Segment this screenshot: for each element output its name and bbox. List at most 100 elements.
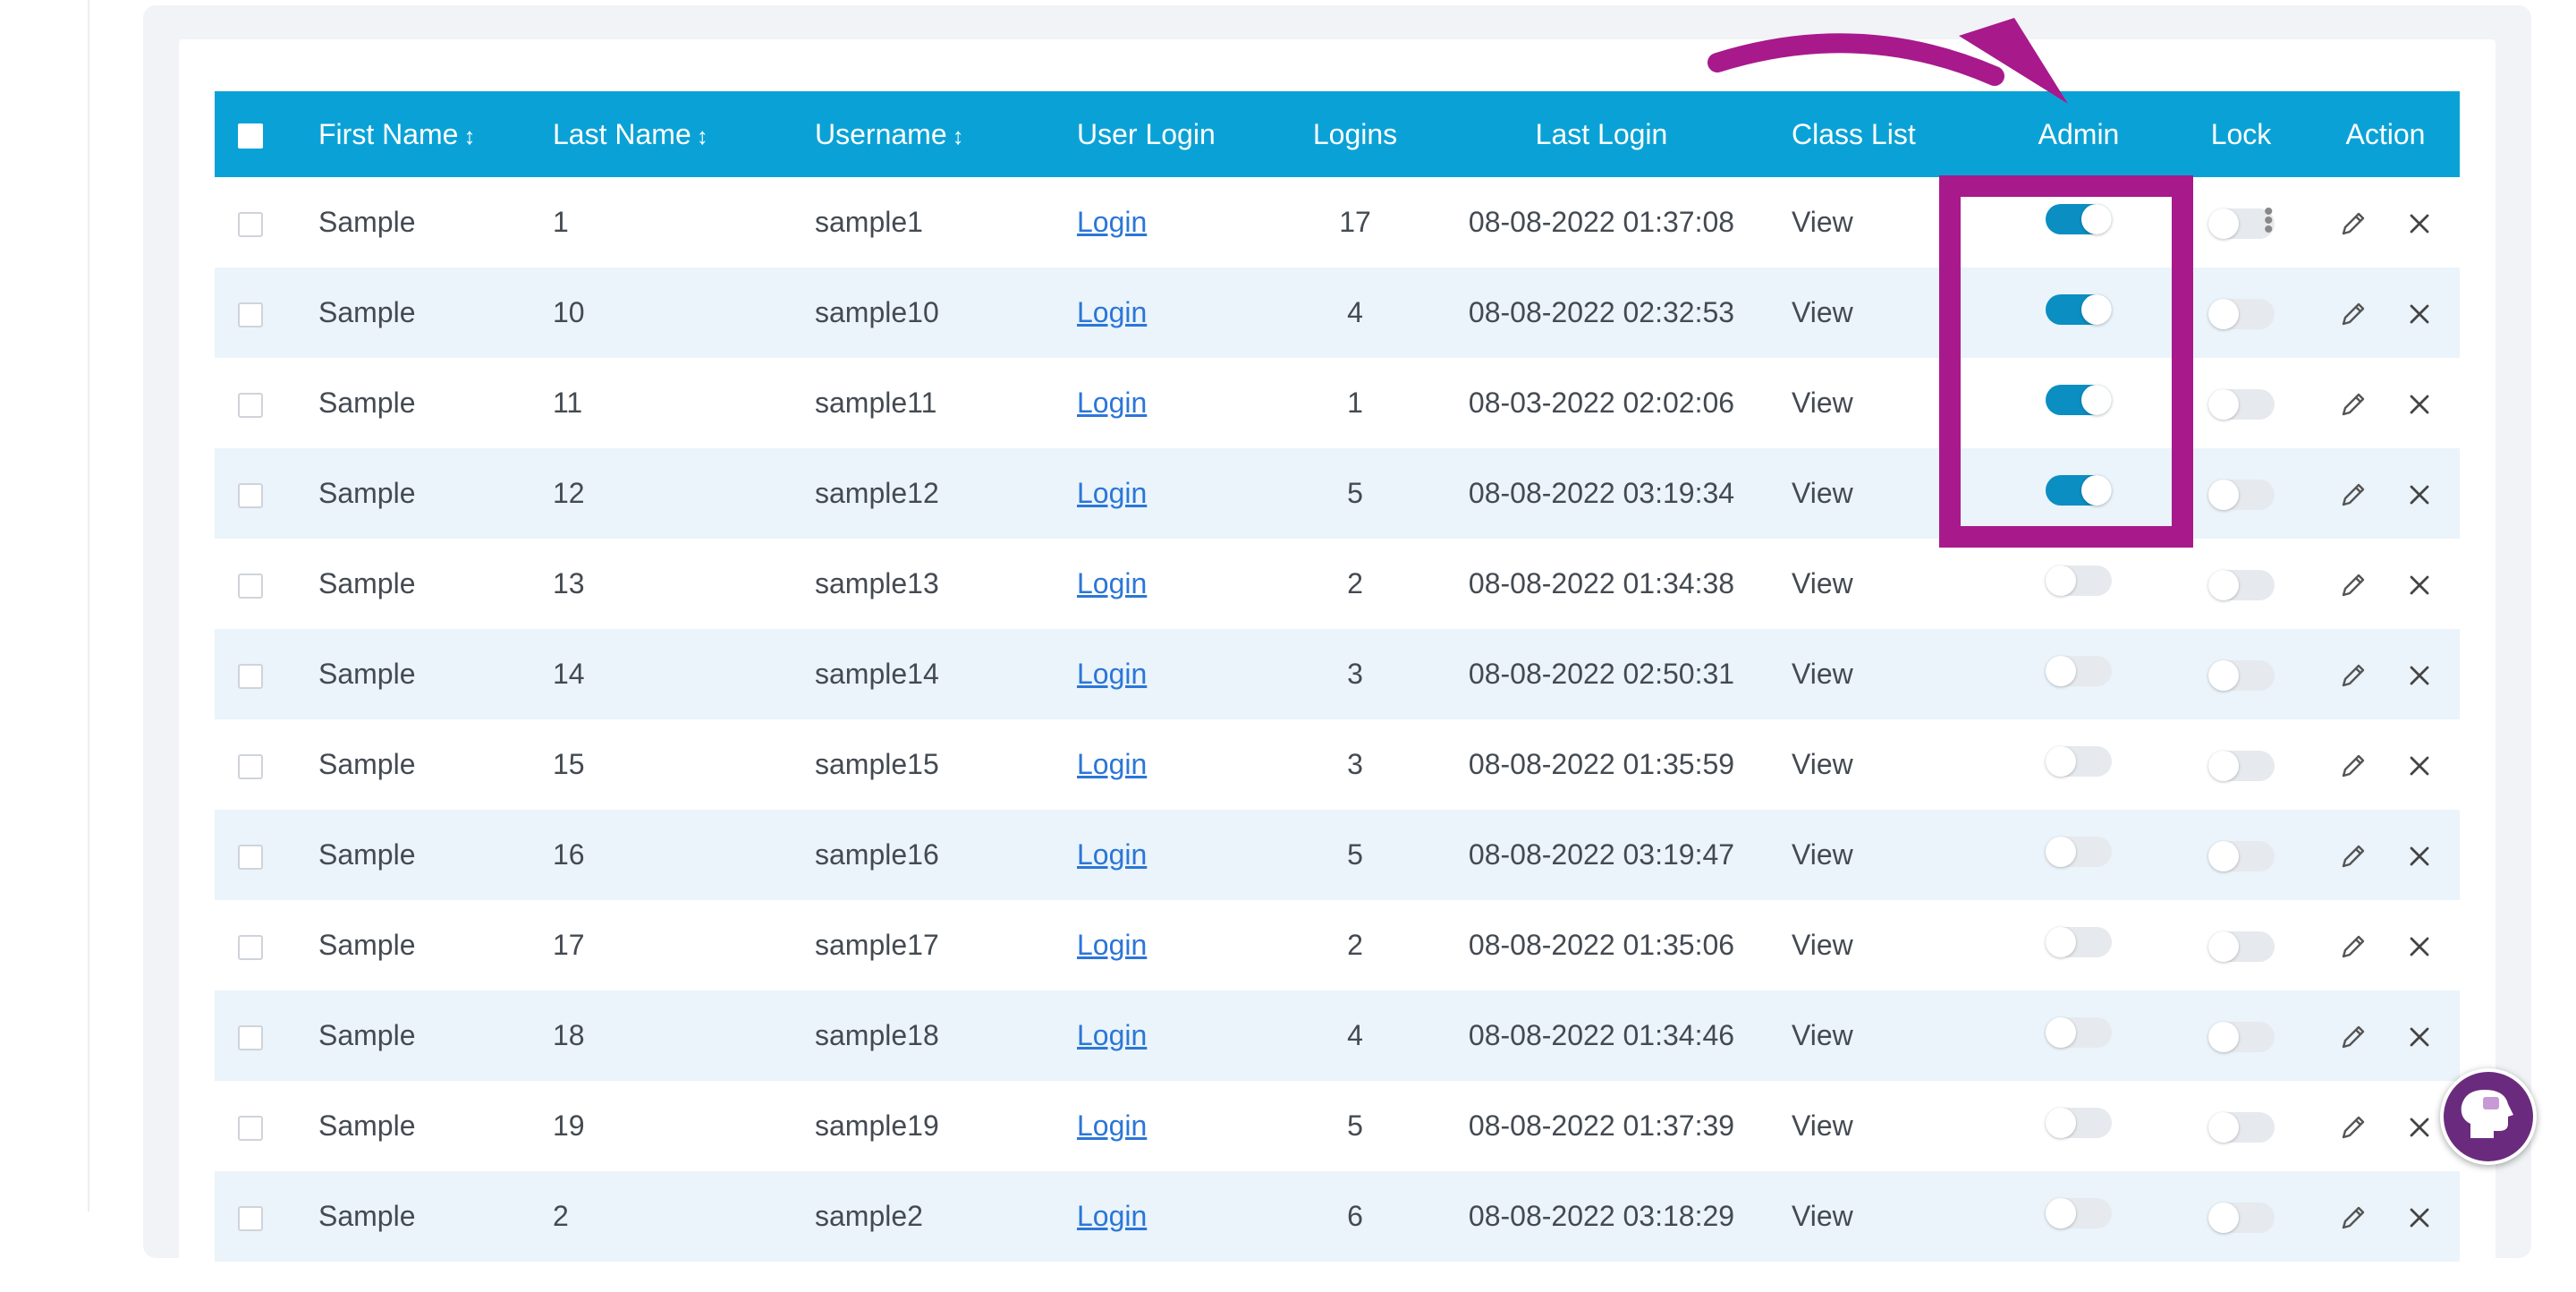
row-checkbox[interactable] <box>238 663 263 689</box>
close-icon[interactable] <box>2406 1114 2433 1141</box>
class-list-cell: View <box>1792 629 1987 719</box>
row-checkbox[interactable] <box>238 482 263 508</box>
pencil-icon[interactable] <box>2338 751 2368 781</box>
admin-toggle[interactable] <box>2046 836 2112 867</box>
close-icon[interactable] <box>2406 210 2433 237</box>
row-checkbox[interactable] <box>238 1205 263 1231</box>
sort-icon[interactable]: ↕ <box>953 123 964 149</box>
more-vertical-icon[interactable]: • • • <box>2264 199 2274 243</box>
close-icon[interactable] <box>2406 1204 2433 1231</box>
row-checkbox[interactable] <box>238 844 263 870</box>
col-last-name[interactable]: Last Name ↕ <box>553 91 815 177</box>
first-name-cell: Sample <box>318 810 553 900</box>
login-as-user-link[interactable]: Login <box>1077 1200 1147 1232</box>
lock-toggle[interactable] <box>2207 931 2275 963</box>
class-list-view-link[interactable]: View <box>1792 1109 1853 1142</box>
lock-toggle[interactable] <box>2207 389 2275 421</box>
login-as-user-link[interactable]: Login <box>1077 658 1147 690</box>
pencil-icon[interactable] <box>2338 931 2368 962</box>
admin-toggle[interactable] <box>2046 1107 2112 1138</box>
login-as-user-link[interactable]: Login <box>1077 206 1147 238</box>
close-icon[interactable] <box>2406 391 2433 418</box>
pencil-icon[interactable] <box>2338 208 2368 239</box>
lock-toggle[interactable] <box>2207 660 2275 692</box>
close-icon[interactable] <box>2406 481 2433 508</box>
class-list-view-link[interactable]: View <box>1792 658 1853 690</box>
login-as-user-link[interactable]: Login <box>1077 296 1147 328</box>
login-as-user-link[interactable]: Login <box>1077 387 1147 419</box>
class-list-view-link[interactable]: View <box>1792 296 1853 328</box>
pencil-icon[interactable] <box>2338 299 2368 329</box>
pencil-icon[interactable] <box>2338 1022 2368 1052</box>
sidebar-divider <box>88 0 89 1211</box>
class-list-view-link[interactable]: View <box>1792 1200 1853 1232</box>
class-list-view-link[interactable]: View <box>1792 477 1853 509</box>
login-as-user-link[interactable]: Login <box>1077 929 1147 961</box>
close-icon[interactable] <box>2406 572 2433 599</box>
class-list-view-link[interactable]: View <box>1792 567 1853 599</box>
pencil-icon[interactable] <box>2338 389 2368 420</box>
lock-cell <box>2171 719 2311 810</box>
help-chat-button[interactable] <box>2440 1068 2537 1165</box>
toggle-knob <box>2207 751 2239 782</box>
row-checkbox[interactable] <box>238 211 263 237</box>
admin-toggle[interactable] <box>2046 1016 2112 1048</box>
login-as-user-link[interactable]: Login <box>1077 748 1147 780</box>
lock-toggle[interactable] <box>2207 1203 2275 1234</box>
pencil-icon[interactable] <box>2338 1203 2368 1233</box>
sort-icon[interactable]: ↕ <box>697 123 708 149</box>
lock-toggle[interactable] <box>2207 1022 2275 1053</box>
login-as-user-link[interactable]: Login <box>1077 567 1147 599</box>
lock-toggle[interactable] <box>2207 751 2275 782</box>
toggle-knob <box>2207 841 2239 872</box>
admin-toggle[interactable] <box>2046 1197 2112 1228</box>
class-list-view-link[interactable]: View <box>1792 206 1853 238</box>
login-as-user-link[interactable]: Login <box>1077 1109 1147 1142</box>
login-as-user-link[interactable]: Login <box>1077 477 1147 509</box>
row-checkbox[interactable] <box>238 302 263 327</box>
row-checkbox[interactable] <box>238 392 263 418</box>
lock-toggle[interactable] <box>2207 480 2275 511</box>
row-checkbox[interactable] <box>238 1024 263 1050</box>
lock-cell <box>2171 1171 2311 1262</box>
close-icon[interactable] <box>2406 662 2433 689</box>
close-icon[interactable] <box>2406 301 2433 327</box>
username-cell: sample14 <box>815 629 1077 719</box>
select-all-checkbox[interactable] <box>238 123 263 149</box>
close-icon[interactable] <box>2406 933 2433 960</box>
username-cell: sample12 <box>815 448 1077 539</box>
login-as-user-link[interactable]: Login <box>1077 1019 1147 1051</box>
lock-toggle[interactable] <box>2207 1112 2275 1143</box>
row-checkbox[interactable] <box>238 1115 263 1141</box>
pencil-icon[interactable] <box>2338 841 2368 871</box>
row-checkbox[interactable] <box>238 934 263 960</box>
pencil-icon[interactable] <box>2338 1112 2368 1143</box>
admin-toggle[interactable] <box>2046 745 2112 777</box>
sort-icon[interactable]: ↕ <box>463 123 475 149</box>
close-icon[interactable] <box>2406 752 2433 779</box>
admin-toggle[interactable] <box>2046 926 2112 957</box>
admin-toggle[interactable] <box>2046 655 2112 686</box>
row-checkbox[interactable] <box>238 753 263 779</box>
lock-toggle[interactable] <box>2207 570 2275 601</box>
close-icon[interactable] <box>2406 1024 2433 1050</box>
pencil-icon[interactable] <box>2338 480 2368 510</box>
lock-toggle[interactable] <box>2207 841 2275 872</box>
row-checkbox[interactable] <box>238 573 263 599</box>
login-as-user-link[interactable]: Login <box>1077 838 1147 871</box>
lock-toggle[interactable] <box>2207 299 2275 330</box>
admin-cell <box>1987 900 2171 990</box>
class-list-view-link[interactable]: View <box>1792 838 1853 871</box>
close-icon[interactable] <box>2406 843 2433 870</box>
pencil-icon[interactable] <box>2338 660 2368 691</box>
col-username[interactable]: Username ↕ <box>815 91 1077 177</box>
row-select-cell <box>215 990 318 1081</box>
col-lock: Lock <box>2171 91 2311 177</box>
col-first-name[interactable]: First Name ↕ <box>318 91 553 177</box>
class-list-view-link[interactable]: View <box>1792 929 1853 961</box>
pencil-icon[interactable] <box>2338 570 2368 600</box>
class-list-view-link[interactable]: View <box>1792 748 1853 780</box>
class-list-view-link[interactable]: View <box>1792 387 1853 419</box>
class-list-view-link[interactable]: View <box>1792 1019 1853 1051</box>
admin-toggle[interactable] <box>2046 565 2112 596</box>
